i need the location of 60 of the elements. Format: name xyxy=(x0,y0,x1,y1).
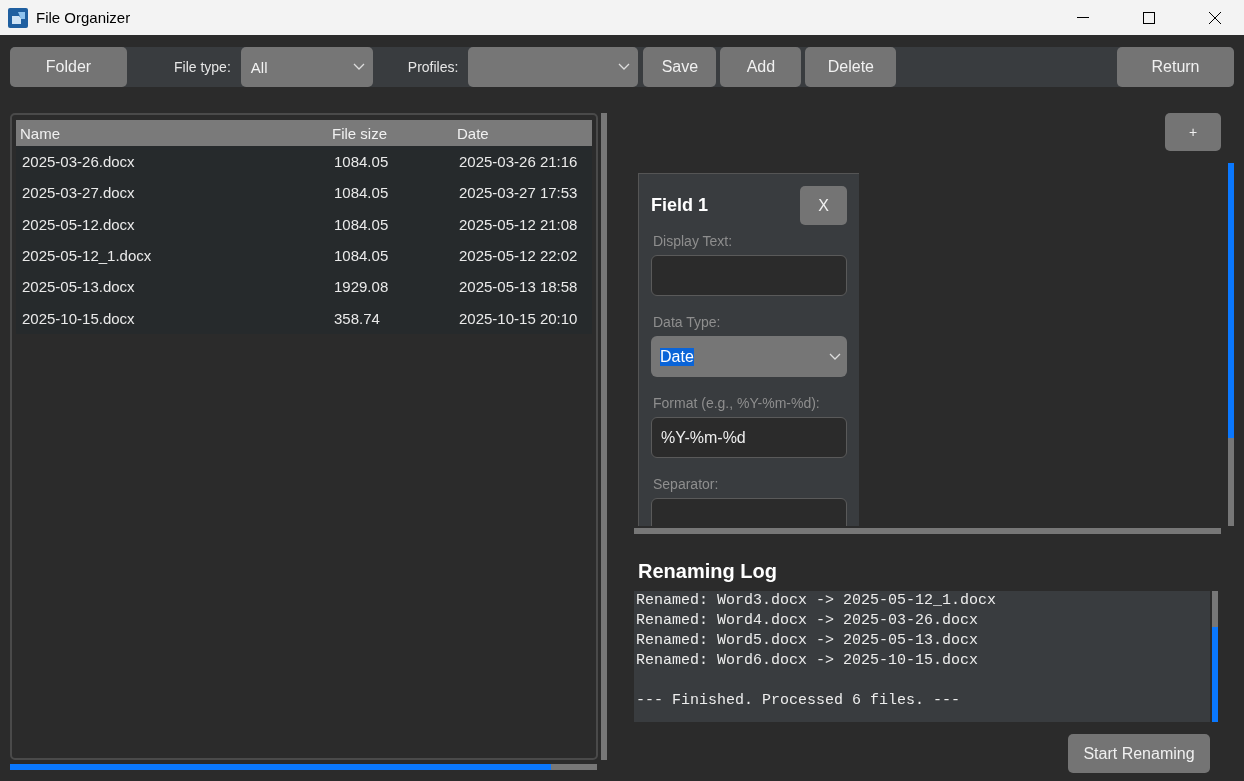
file-type-dropdown[interactable]: All xyxy=(240,47,373,87)
add-field-button[interactable]: + xyxy=(1165,113,1221,151)
chevron-down-icon xyxy=(352,63,365,71)
table-cell-text: 1084.05 xyxy=(333,215,390,233)
close-icon xyxy=(1209,11,1221,24)
table-cell-text: 1084.05 xyxy=(333,184,390,202)
scrollbar[interactable] xyxy=(1212,591,1218,722)
input-field[interactable] xyxy=(651,255,847,296)
log-title: Renaming Log xyxy=(638,560,778,583)
log-line: Renamed: Word4.docx -> 2025-03-26.docx xyxy=(636,611,980,631)
column-header[interactable]: Date xyxy=(453,124,592,142)
return-button[interactable]: Return xyxy=(1117,47,1234,87)
log-line: Renamed: Word3.docx -> 2025-05-12_1.docx xyxy=(636,591,998,611)
log-line: Renamed: Word6.docx -> 2025-10-15.docx xyxy=(636,651,980,671)
table-cell-text: 2025-05-12.docx xyxy=(21,215,136,233)
table-cell-text: 2025-05-13.docx xyxy=(21,278,136,296)
table-cell-text: 2025-03-27.docx xyxy=(21,184,136,202)
column-header[interactable]: Name xyxy=(16,124,328,142)
table-cell-text: 358.74 xyxy=(333,309,381,327)
toolbar-button[interactable]: Save xyxy=(643,47,717,87)
table-cell-text: 2025-05-13 18:58 xyxy=(458,278,579,296)
file-type-label: File type: xyxy=(174,59,231,75)
folder-button[interactable]: Folder xyxy=(10,47,127,87)
scrollbar[interactable] xyxy=(634,528,1221,534)
log-line: --- Finished. Processed 6 files. --- xyxy=(636,691,962,711)
scrollbar[interactable] xyxy=(10,764,597,770)
field-label: Display Text: xyxy=(653,233,734,249)
table-cell-text: 2025-03-27 17:53 xyxy=(458,184,579,202)
table-cell-text: 2025-03-26.docx xyxy=(21,153,136,171)
profiles-dropdown[interactable] xyxy=(468,47,639,87)
chevron-down-icon xyxy=(618,63,631,71)
maximize-icon xyxy=(1143,11,1155,24)
input-field[interactable]: %Y-%m-%d xyxy=(651,417,847,458)
minimize-icon xyxy=(1077,16,1089,19)
scrollbar[interactable] xyxy=(601,113,607,760)
scrollbar[interactable] xyxy=(1228,163,1234,526)
field-title: Field 1 xyxy=(651,195,708,216)
log-line: Renamed: Word5.docx -> 2025-05-13.docx xyxy=(636,631,980,651)
field-label: Data Type: xyxy=(653,314,722,330)
field-label: Separator: xyxy=(653,476,720,492)
column-header[interactable]: File size xyxy=(328,124,453,142)
window-title: File Organizer xyxy=(36,9,132,26)
table-cell-text: 1084.05 xyxy=(333,247,390,265)
start-renaming-button[interactable]: Start Renaming xyxy=(1068,734,1210,773)
remove-field-button[interactable]: X xyxy=(800,186,847,225)
toolbar-button[interactable]: Add xyxy=(720,47,802,87)
table-cell-text: 2025-05-12 21:08 xyxy=(458,215,579,233)
profiles-label: Profiles: xyxy=(407,59,459,75)
table-cell-text: 1084.05 xyxy=(333,153,390,171)
table-cell-text: 2025-05-12 22:02 xyxy=(458,247,579,265)
field-label: Format (e.g., %Y-%m-%d): xyxy=(653,395,821,411)
table-cell-text: 2025-03-26 21:16 xyxy=(458,153,579,171)
table-cell-text: 2025-05-12_1.docx xyxy=(21,247,153,265)
table-cell-text: 2025-10-15.docx xyxy=(21,309,136,327)
data-type-select[interactable]: Date xyxy=(651,336,847,377)
app-icon xyxy=(8,7,28,28)
toolbar-button[interactable]: Delete xyxy=(805,47,897,87)
chevron-down-icon xyxy=(829,352,841,361)
table-cell-text: 1929.08 xyxy=(333,278,390,296)
table-cell-text: 2025-10-15 20:10 xyxy=(458,309,579,327)
